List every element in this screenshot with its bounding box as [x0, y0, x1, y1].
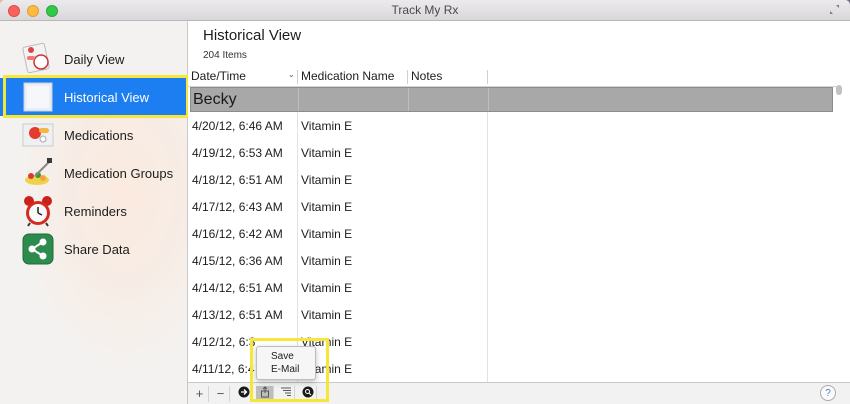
cell-divider [487, 166, 488, 193]
date-cell: 4/15/12, 6:36 AM [192, 254, 283, 268]
group-row-divider [298, 88, 299, 111]
menu-item-email[interactable]: E-Mail [271, 364, 299, 375]
medication-cell: Vitamin E [301, 173, 353, 187]
cell-divider [297, 112, 298, 139]
group-row-becky[interactable]: Becky [190, 87, 833, 112]
medication-cell: Vitamin E [301, 227, 353, 241]
table-row[interactable]: 4/16/12, 6:42 AM Vitamin E [188, 220, 838, 247]
item-count: 204 Items [203, 50, 247, 61]
sidebar-item-reminders[interactable]: Reminders [0, 192, 187, 230]
medication-cell: Vitamin E [301, 119, 353, 133]
table-header: Date/Time ⌄ Medication Name Notes [188, 67, 838, 87]
pill-calendar-icon [20, 42, 56, 76]
sidebar-item-historical-view[interactable]: Historical View [0, 78, 187, 116]
medication-group-icon [20, 156, 56, 190]
cell-divider [297, 139, 298, 166]
search-magnifier-icon[interactable] [299, 386, 317, 402]
cell-divider [297, 274, 298, 301]
table-row[interactable]: 4/15/12, 6:36 AM Vitamin E [188, 247, 838, 274]
column-divider[interactable] [487, 70, 488, 84]
cell-divider [487, 220, 488, 247]
calendar-pages-icon [20, 80, 56, 114]
cell-divider [297, 301, 298, 328]
sidebar-item-label: Historical View [64, 89, 150, 105]
column-divider[interactable] [407, 70, 408, 84]
group-row-divider [408, 88, 409, 111]
cell-divider [487, 112, 488, 139]
sidebar-item-label: Share Data [64, 241, 130, 257]
list-view-icon[interactable] [277, 386, 295, 402]
share-export-icon[interactable] [256, 386, 274, 402]
fullscreen-icon[interactable] [829, 4, 840, 15]
scrollbar-thumb[interactable] [836, 85, 842, 95]
sidebar: Daily View Historical View Medications M… [0, 21, 188, 404]
date-cell: 4/14/12, 6:51 AM [192, 281, 283, 295]
table-row[interactable]: 4/14/12, 6:51 AM Vitamin E [188, 274, 838, 301]
app-window: Track My Rx Daily View Historical View M… [0, 0, 850, 404]
group-row-divider [488, 88, 489, 111]
date-cell: 4/11/12, 6:4 [192, 362, 255, 376]
column-divider[interactable] [297, 70, 298, 84]
table-row[interactable]: 4/20/12, 6:46 AM Vitamin E [188, 112, 838, 139]
help-button[interactable]: ? [820, 385, 836, 401]
sort-chevron-down-icon[interactable]: ⌄ [288, 70, 295, 79]
medication-cell: Vitamin E [301, 146, 353, 160]
column-header-medication-name[interactable]: Medication Name [301, 69, 394, 83]
sidebar-item-label: Medications [64, 127, 134, 143]
date-cell: 4/13/12, 6:51 AM [192, 308, 283, 322]
cell-divider [297, 166, 298, 193]
sidebar-item-label: Reminders [64, 203, 127, 219]
column-header-notes[interactable]: Notes [411, 69, 442, 83]
menu-item-save[interactable]: Save [271, 351, 294, 362]
cell-divider [297, 193, 298, 220]
bottom-toolbar: + − ? [188, 382, 850, 404]
sidebar-item-medications[interactable]: Medications [0, 116, 187, 154]
cell-divider [297, 247, 298, 274]
date-cell: 4/18/12, 6:51 AM [192, 173, 283, 187]
remove-button[interactable]: − [212, 386, 230, 402]
medication-cell: Vitamin E [301, 281, 353, 295]
date-cell: 4/12/12, 6:3 [192, 335, 256, 349]
date-cell: 4/17/12, 6:43 AM [192, 200, 283, 214]
page-title: Historical View [203, 27, 302, 44]
date-cell: 4/16/12, 6:42 AM [192, 227, 283, 241]
group-name: Becky [193, 91, 237, 108]
cell-divider [487, 355, 488, 382]
window-title: Track My Rx [391, 3, 459, 17]
cell-divider [487, 139, 488, 166]
sidebar-item-label: Medication Groups [64, 165, 174, 181]
cell-divider [487, 274, 488, 301]
arrow-right-circle-icon[interactable] [235, 386, 253, 402]
cell-divider [487, 301, 488, 328]
sidebar-item-medication-groups[interactable]: Medication Groups [0, 154, 187, 192]
share-icon [20, 232, 56, 266]
add-button[interactable]: + [191, 386, 209, 402]
cell-divider [487, 193, 488, 220]
date-cell: 4/20/12, 6:46 AM [192, 119, 283, 133]
alarm-clock-icon [20, 194, 56, 228]
sidebar-item-daily-view[interactable]: Daily View [0, 40, 187, 78]
cell-divider [297, 220, 298, 247]
pills-icon [20, 118, 56, 152]
table-row[interactable]: 4/18/12, 6:51 AM Vitamin E [188, 166, 838, 193]
cell-divider [487, 247, 488, 274]
table-row[interactable]: 4/17/12, 6:43 AM Vitamin E [188, 193, 838, 220]
table-row[interactable]: 4/19/12, 6:53 AM Vitamin E [188, 139, 838, 166]
title-bar: Track My Rx [0, 0, 850, 21]
table-row[interactable]: 4/13/12, 6:51 AM Vitamin E [188, 301, 838, 328]
medication-cell: Vitamin E [301, 200, 353, 214]
date-cell: 4/19/12, 6:53 AM [192, 146, 283, 160]
cell-divider [487, 328, 488, 355]
medication-cell: Vitamin E [301, 254, 353, 268]
sidebar-item-label: Daily View [64, 51, 125, 67]
medication-cell: Vitamin E [301, 308, 353, 322]
export-popup-menu: Save E-Mail [256, 346, 316, 380]
column-header-date-time[interactable]: Date/Time [191, 69, 246, 83]
sidebar-item-share-data[interactable]: Share Data [0, 230, 187, 268]
